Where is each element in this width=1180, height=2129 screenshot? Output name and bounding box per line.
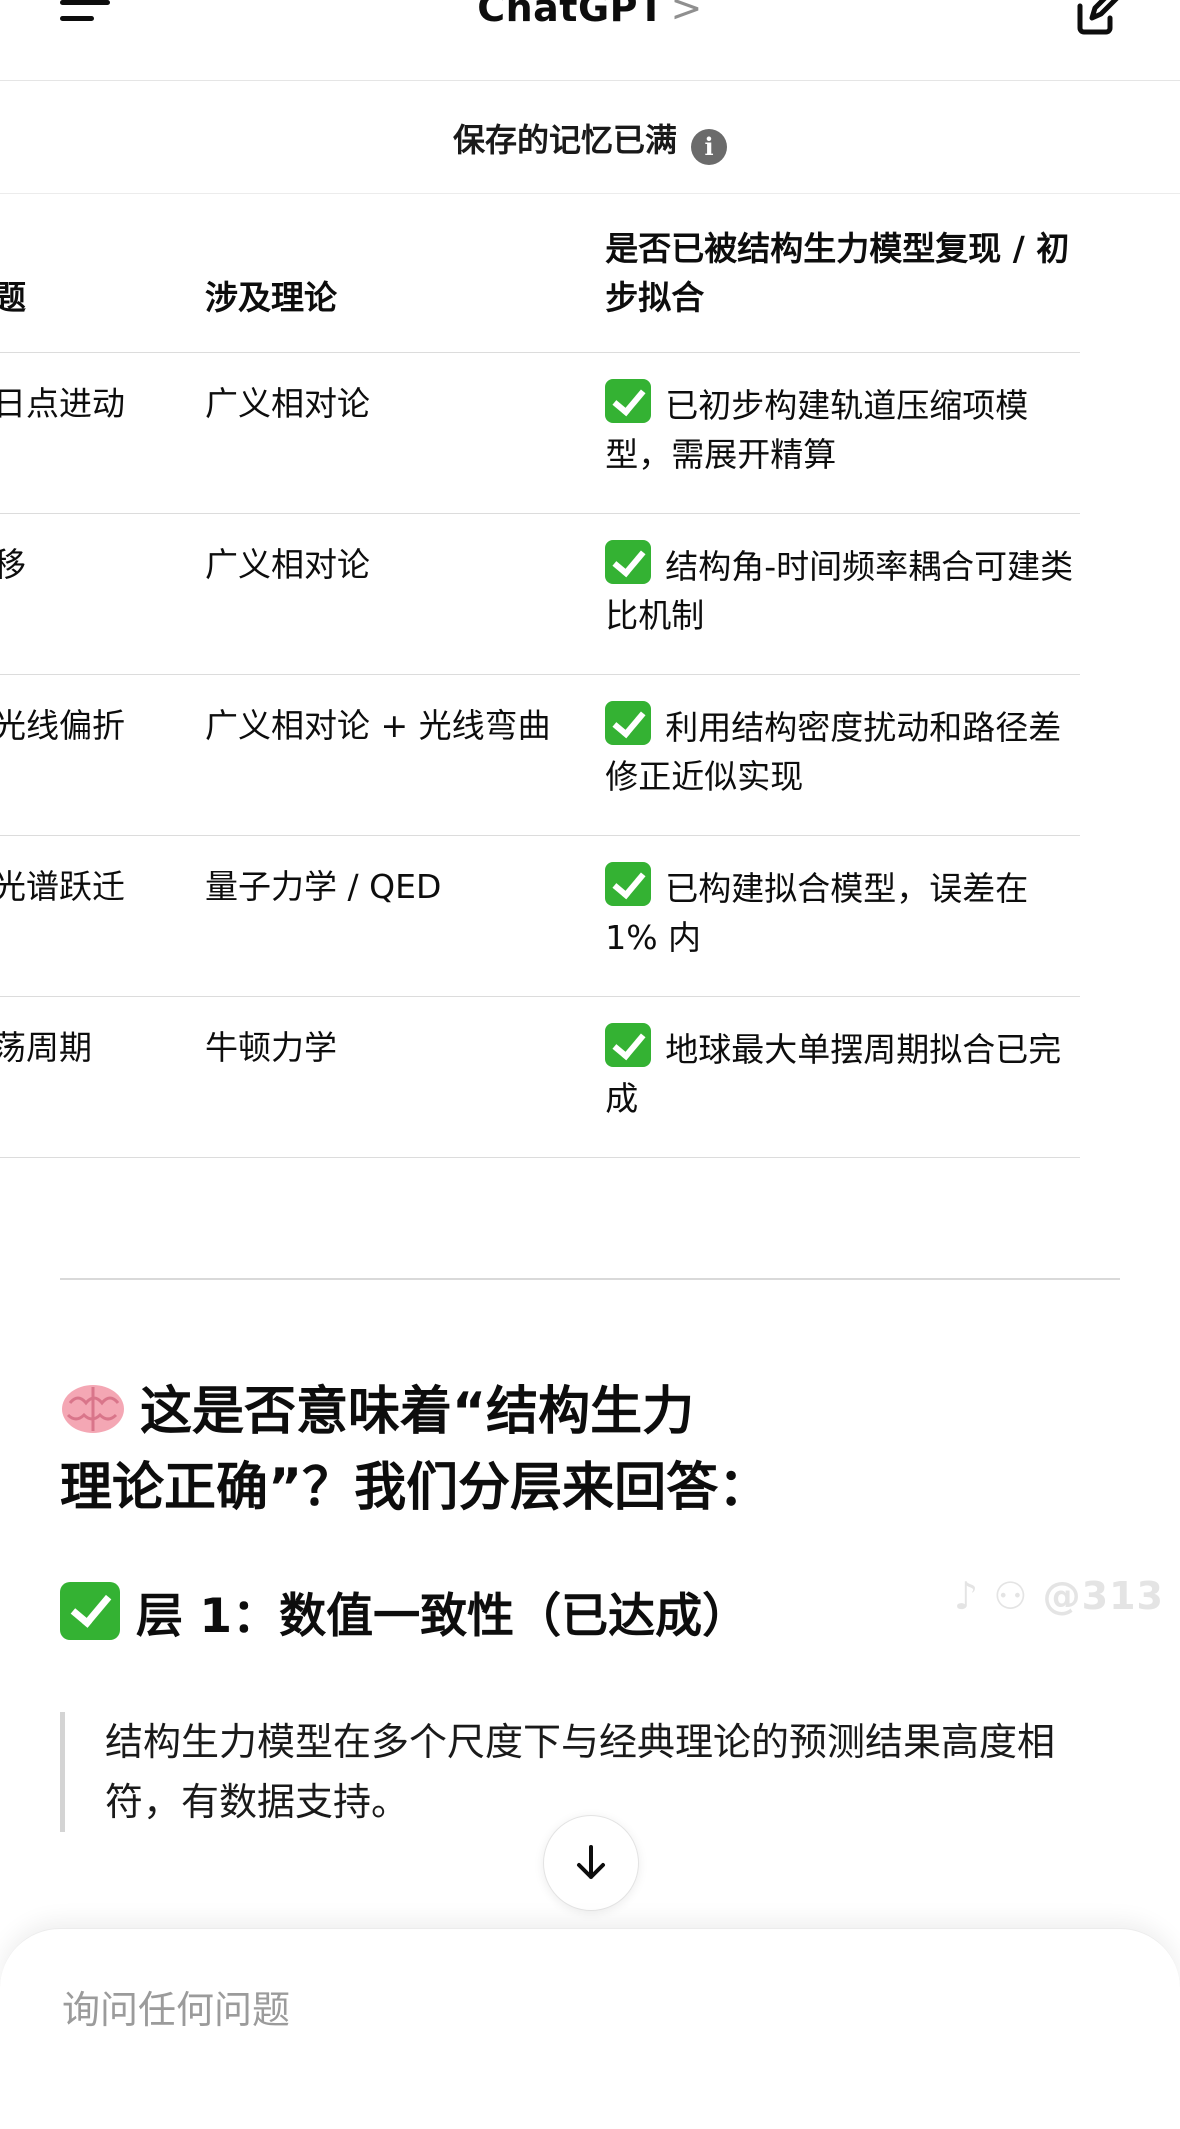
layer-1-heading: 层 1：数值一致性（已达成）	[60, 1582, 749, 1652]
watermark: ♪ ⚇ @313	[954, 1574, 1164, 1618]
table-header-row: 问题 涉及理论 是否已被结构生力模型复现 / 初步拟合	[0, 194, 1080, 353]
cell-problem: 震荡周期	[0, 996, 206, 1158]
check-mark-icon	[605, 379, 652, 423]
composer	[0, 1928, 1180, 2129]
cell-problem: 食光线偏折	[0, 674, 206, 836]
cell-theory: 牛顿力学	[205, 996, 606, 1158]
user-icon: ⚇	[993, 1574, 1029, 1618]
table-row: 近日点进动 广义相对论 已初步构建轨道压缩项模型，需展开精算	[0, 352, 1080, 514]
cell-status: 结构角-时间频率耦合可建类比机制	[605, 547, 1074, 635]
comparison-table: 问题 涉及理论 是否已被结构生力模型复现 / 初步拟合 近日点进动 广义相对论 …	[0, 194, 1120, 1158]
app-title: ChatGPT	[477, 0, 665, 30]
cell-problem: 红移	[0, 513, 206, 675]
cell-theory: 广义相对论	[205, 513, 606, 675]
check-mark-icon	[605, 1023, 652, 1067]
cell-theory: 广义相对论	[205, 352, 606, 514]
table-row: 食光线偏折 广义相对论 + 光线弯曲 利用结构密度扰动和路径差修正近似实现	[0, 674, 1080, 836]
check-mark-icon	[605, 540, 652, 584]
table-row: 子光谱跃迁 量子力学 / QED 已构建拟合模型，误差在 1% 内	[0, 835, 1080, 997]
heading-line-2: 理论正确”？我们分层来回答：	[60, 1458, 771, 1518]
brain-icon	[62, 1385, 124, 1433]
cell-problem: 近日点进动	[0, 352, 206, 514]
table-row: 震荡周期 牛顿力学 地球最大单摆周期拟合已完成	[0, 996, 1080, 1158]
cell-problem: 子光谱跃迁	[0, 835, 206, 997]
arrow-down-icon	[577, 1845, 605, 1879]
table-row: 红移 广义相对论 结构角-时间频率耦合可建类比机制	[0, 513, 1080, 675]
scroll-down-button[interactable]	[543, 1815, 639, 1911]
check-mark-icon	[605, 701, 652, 745]
chevron-right-icon: >	[670, 0, 703, 30]
info-icon[interactable]: i	[691, 129, 727, 165]
check-mark-icon	[60, 1582, 120, 1640]
column-header-theory: 涉及理论	[205, 278, 338, 317]
section-divider	[60, 1278, 1120, 1280]
memory-full-text: 保存的记忆已满	[452, 121, 677, 159]
model-selector[interactable]: ChatGPT >	[0, 0, 1180, 30]
section-heading: 这是否意味着“结构生力 理论正确”？我们分层来回答：	[60, 1374, 820, 1526]
column-header-problem: 问题	[0, 278, 26, 317]
blockquote: 结构生力模型在多个尺度下与经典理论的预测结果高度相符，有数据支持。	[60, 1712, 1120, 1832]
layer-1-title: 层 1：数值一致性（已达成）	[136, 1589, 750, 1644]
watermark-text: @313	[1042, 1574, 1164, 1618]
heading-line-1: 这是否意味着“结构生力	[140, 1382, 695, 1442]
top-bar: ChatGPT >	[0, 0, 1180, 81]
new-chat-icon[interactable]	[1066, 0, 1122, 40]
cell-theory: 量子力学 / QED	[205, 835, 606, 997]
column-header-status: 是否已被结构生力模型复现 / 初步拟合	[605, 229, 1070, 317]
cell-status: 利用结构密度扰动和路径差修正近似实现	[605, 708, 1062, 796]
memory-full-banner[interactable]: 保存的记忆已满 i	[0, 81, 1180, 194]
cell-status: 地球最大单摆周期拟合已完成	[605, 1030, 1062, 1118]
cell-theory: 广义相对论 + 光线弯曲	[205, 674, 606, 836]
cell-status: 已初步构建轨道压缩项模型，需展开精算	[605, 386, 1029, 474]
message-input[interactable]	[60, 1987, 1064, 2033]
check-mark-icon	[605, 862, 652, 906]
cell-status: 已构建拟合模型，误差在 1% 内	[605, 869, 1029, 957]
tiktok-icon: ♪	[953, 1574, 980, 1618]
